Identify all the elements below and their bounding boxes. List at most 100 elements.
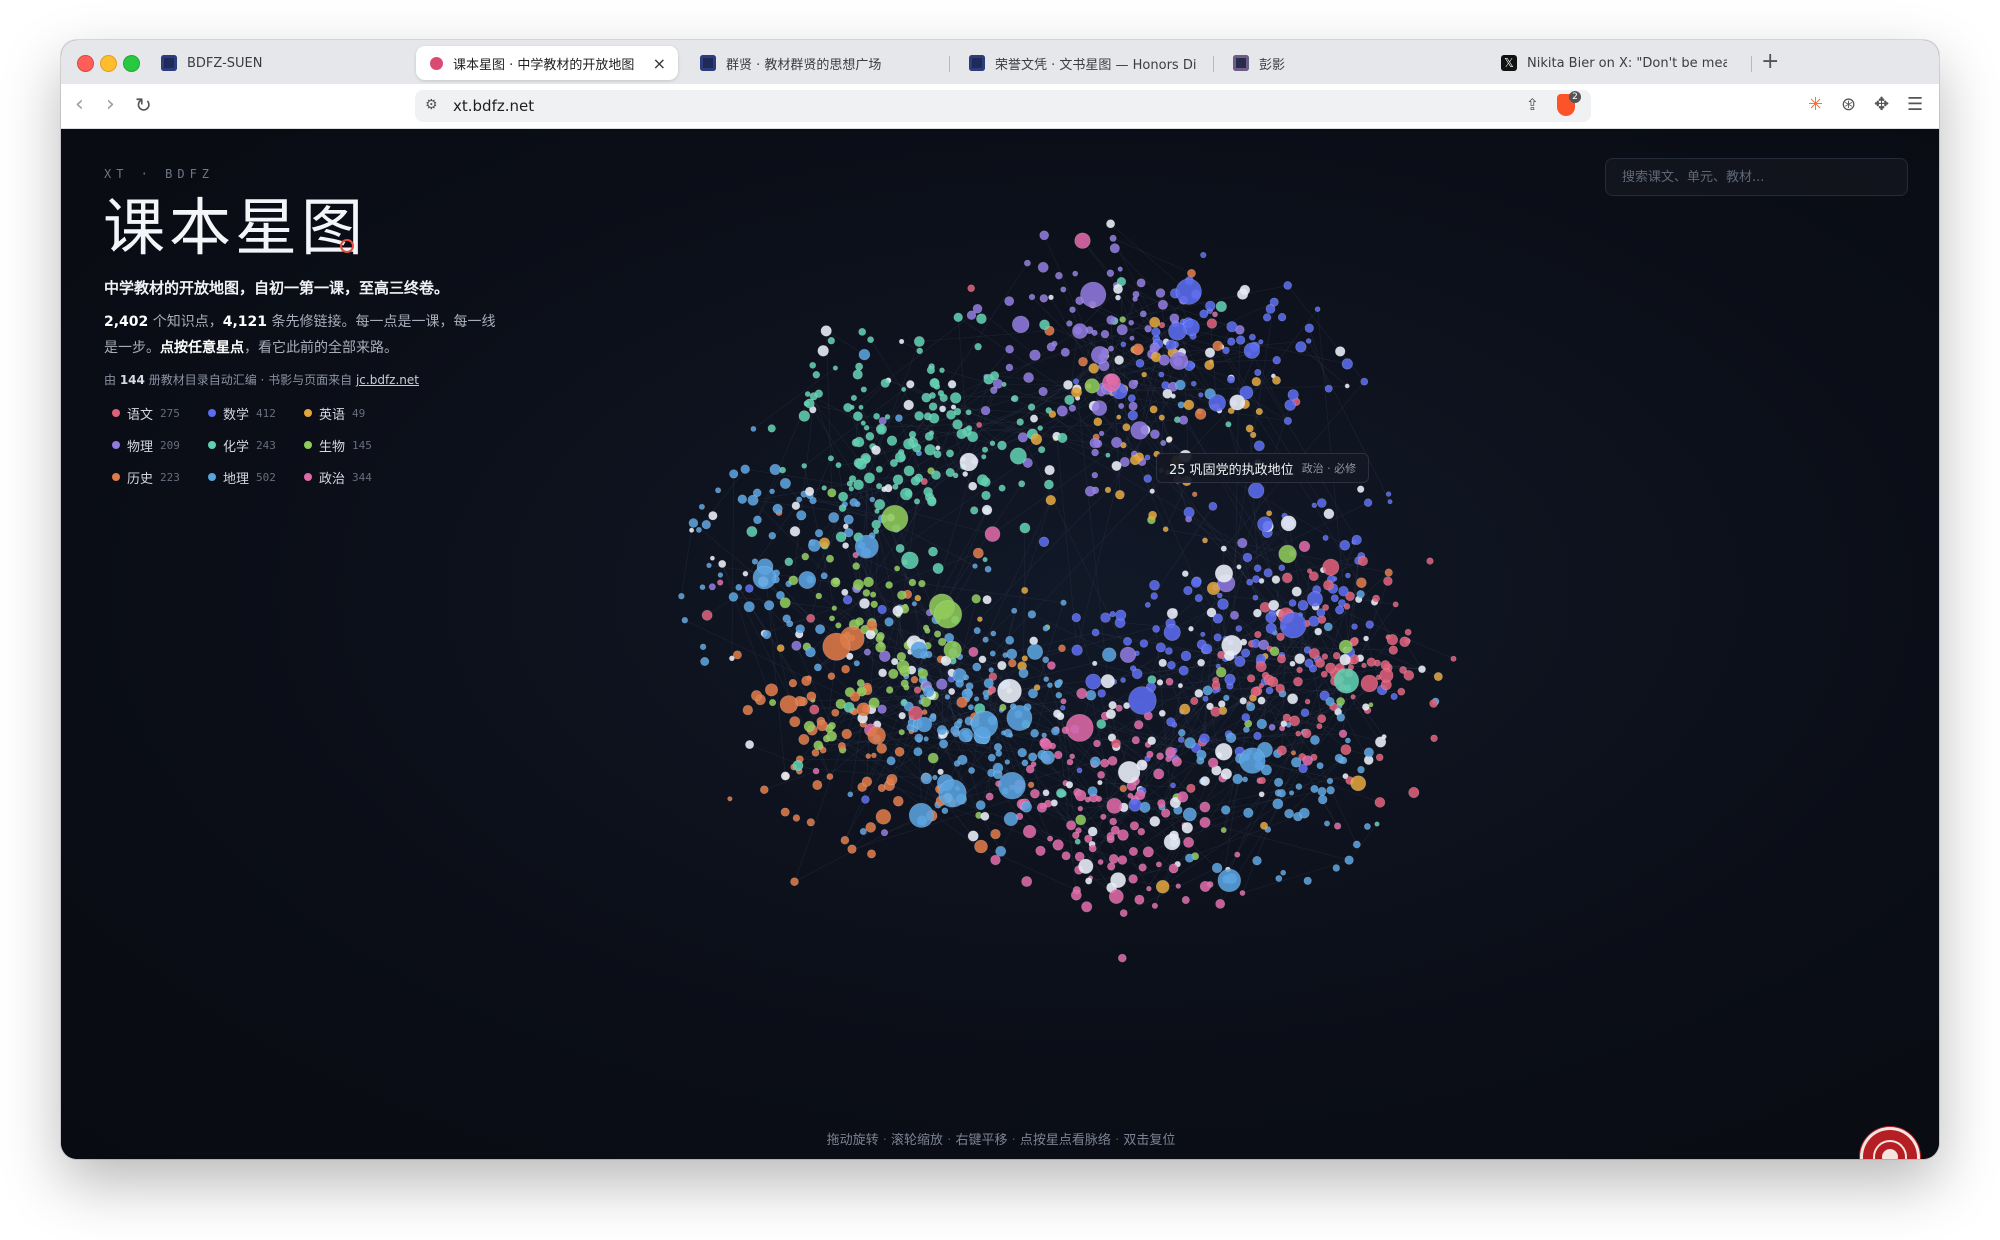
lesson-star[interactable] bbox=[1042, 625, 1049, 632]
lesson-star[interactable] bbox=[1344, 383, 1350, 389]
lesson-star[interactable] bbox=[1404, 628, 1412, 636]
lesson-star[interactable] bbox=[1252, 594, 1259, 601]
lesson-star[interactable] bbox=[850, 394, 858, 402]
lesson-star[interactable] bbox=[938, 779, 967, 808]
lesson-star[interactable] bbox=[1118, 953, 1127, 963]
lesson-star[interactable] bbox=[1128, 798, 1142, 812]
lesson-star[interactable] bbox=[806, 691, 817, 702]
lesson-star[interactable] bbox=[792, 760, 804, 772]
lesson-star[interactable] bbox=[1078, 858, 1094, 874]
lesson-star[interactable] bbox=[1165, 647, 1173, 655]
lesson-star[interactable] bbox=[1200, 776, 1211, 787]
lesson-star[interactable] bbox=[1308, 615, 1320, 627]
lesson-star[interactable] bbox=[941, 807, 949, 815]
lesson-star[interactable] bbox=[1300, 708, 1310, 718]
lesson-star[interactable] bbox=[1275, 683, 1285, 694]
lesson-star[interactable] bbox=[1153, 768, 1165, 780]
lesson-star[interactable] bbox=[865, 629, 876, 640]
back-icon[interactable]: ‹ bbox=[75, 93, 84, 117]
lesson-star[interactable] bbox=[1190, 696, 1199, 705]
lesson-star[interactable] bbox=[1191, 491, 1198, 497]
lesson-star[interactable] bbox=[894, 746, 905, 757]
lesson-star[interactable] bbox=[947, 380, 957, 389]
lesson-star[interactable] bbox=[1295, 341, 1307, 353]
lesson-star[interactable] bbox=[1040, 738, 1052, 751]
lesson-star[interactable] bbox=[1100, 758, 1110, 768]
lesson-star[interactable] bbox=[1104, 486, 1112, 494]
lesson-star[interactable] bbox=[1109, 817, 1117, 826]
lesson-star[interactable] bbox=[1157, 299, 1168, 310]
lesson-star[interactable] bbox=[1144, 325, 1152, 333]
lesson-star[interactable] bbox=[696, 526, 702, 533]
lesson-star[interactable] bbox=[923, 736, 929, 742]
lesson-star[interactable] bbox=[831, 708, 840, 717]
lesson-star[interactable] bbox=[1045, 495, 1056, 506]
lesson-star[interactable] bbox=[831, 605, 837, 611]
lesson-star[interactable] bbox=[1246, 578, 1254, 586]
lesson-star[interactable] bbox=[1386, 634, 1398, 646]
lesson-star[interactable] bbox=[807, 539, 821, 552]
lesson-star[interactable] bbox=[1178, 736, 1185, 743]
lesson-star[interactable] bbox=[972, 662, 982, 672]
lesson-star[interactable] bbox=[825, 554, 834, 563]
lesson-star[interactable] bbox=[1332, 651, 1341, 660]
lesson-star[interactable] bbox=[1258, 339, 1264, 345]
lesson-star[interactable] bbox=[884, 484, 893, 493]
lesson-star[interactable] bbox=[861, 776, 873, 787]
lesson-star[interactable] bbox=[745, 584, 754, 593]
lesson-star[interactable] bbox=[803, 720, 816, 733]
lesson-star[interactable] bbox=[956, 428, 967, 440]
lesson-star[interactable] bbox=[698, 503, 705, 510]
lesson-star[interactable] bbox=[740, 464, 750, 474]
lesson-star[interactable] bbox=[1128, 874, 1138, 884]
lesson-star[interactable] bbox=[853, 660, 860, 667]
legend-item[interactable]: 数学 412 bbox=[208, 403, 304, 423]
lesson-star[interactable] bbox=[1003, 811, 1019, 827]
lesson-star[interactable] bbox=[805, 646, 816, 658]
lesson-star[interactable] bbox=[1139, 639, 1149, 648]
lesson-star[interactable] bbox=[838, 504, 847, 512]
lesson-star[interactable] bbox=[1009, 447, 1027, 465]
lesson-star[interactable] bbox=[867, 726, 886, 745]
lesson-star[interactable] bbox=[1135, 789, 1146, 801]
lesson-star[interactable] bbox=[897, 590, 907, 600]
lesson-star[interactable] bbox=[1047, 835, 1054, 842]
lesson-star[interactable] bbox=[888, 668, 899, 679]
lesson-star[interactable] bbox=[1194, 689, 1204, 698]
lesson-star[interactable] bbox=[1105, 708, 1116, 720]
lesson-star[interactable] bbox=[1108, 854, 1119, 864]
lesson-star[interactable] bbox=[809, 496, 817, 505]
lesson-star[interactable] bbox=[1115, 489, 1125, 500]
lesson-star[interactable] bbox=[1085, 673, 1102, 690]
lesson-star[interactable] bbox=[1027, 610, 1037, 619]
lesson-star[interactable] bbox=[890, 657, 899, 666]
lesson-star[interactable] bbox=[1183, 506, 1195, 518]
lesson-star[interactable] bbox=[1351, 534, 1362, 546]
lesson-star[interactable] bbox=[706, 562, 712, 569]
lesson-star[interactable] bbox=[784, 557, 794, 567]
lesson-star[interactable] bbox=[1356, 590, 1365, 599]
lesson-star[interactable] bbox=[984, 526, 1001, 542]
lesson-star[interactable] bbox=[859, 598, 870, 609]
source-link[interactable]: jc.bdfz.net bbox=[356, 373, 419, 387]
lesson-star[interactable] bbox=[968, 646, 979, 657]
lesson-star[interactable] bbox=[1374, 821, 1380, 827]
lesson-star[interactable] bbox=[1294, 653, 1306, 665]
lesson-star[interactable] bbox=[1325, 662, 1336, 674]
lesson-star[interactable] bbox=[1081, 901, 1093, 913]
lesson-star[interactable] bbox=[982, 557, 988, 563]
lesson-star[interactable] bbox=[877, 604, 887, 615]
lesson-star[interactable] bbox=[1202, 695, 1209, 702]
lesson-star[interactable] bbox=[995, 750, 1003, 757]
lesson-star[interactable] bbox=[1321, 653, 1329, 660]
lesson-star[interactable] bbox=[973, 627, 981, 635]
lesson-star[interactable] bbox=[735, 583, 743, 591]
lesson-star[interactable] bbox=[820, 572, 828, 580]
lesson-star[interactable] bbox=[1210, 706, 1221, 717]
lesson-star[interactable] bbox=[971, 594, 981, 604]
lesson-star[interactable] bbox=[928, 402, 938, 411]
lesson-star[interactable] bbox=[1144, 454, 1151, 461]
lesson-star[interactable] bbox=[1169, 351, 1189, 370]
lesson-star[interactable] bbox=[1130, 421, 1149, 440]
lesson-star[interactable] bbox=[1239, 747, 1266, 774]
